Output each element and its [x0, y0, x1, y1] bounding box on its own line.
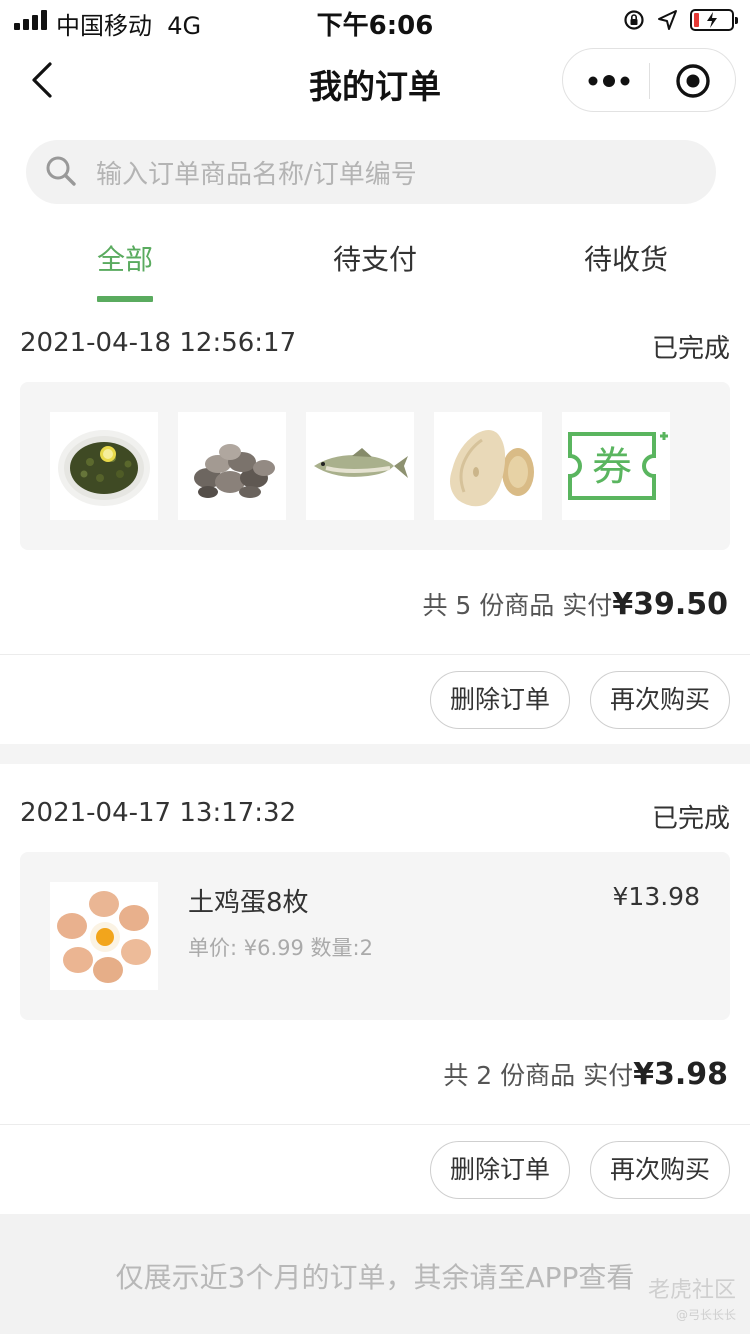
delete-order-button[interactable]: 删除订单: [430, 671, 570, 729]
item-unit-price-quantity: 单价: ¥6.99 数量:2: [188, 936, 373, 960]
tab-pending-delivery[interactable]: 待收货: [584, 238, 668, 278]
miniprogram-capsule: [562, 48, 736, 112]
order-time: 2021-04-18 12:56:17: [20, 328, 297, 358]
order-total-amount: ¥3.98: [633, 1057, 728, 1092]
more-icon[interactable]: [587, 71, 631, 91]
location-icon: [658, 10, 677, 30]
item-name: 土鸡蛋8枚: [188, 888, 309, 918]
order-total: 共 2 份商品 实付¥3.98: [443, 1057, 728, 1092]
footer: 仅展示近3个月的订单，其余请至APP查看 老虎社区 @弓长长长: [0, 1214, 750, 1334]
status-right-icons: [622, 7, 738, 33]
coupon-label: 券: [592, 444, 632, 490]
search-input[interactable]: 输入订单商品名称/订单编号: [26, 140, 716, 204]
battery-icon: [690, 9, 738, 31]
order-tabs: 全部 待支付 待收货: [0, 228, 750, 302]
status-bar: 中国移动 4G 下午6:06: [0, 0, 750, 41]
fish-image: [306, 412, 414, 520]
section-gap: [0, 744, 750, 764]
search-icon: [46, 156, 76, 186]
coupon-image: 券: [562, 412, 670, 520]
search-placeholder: 输入订单商品名称/订单编号: [96, 160, 417, 190]
clams-image: [178, 412, 286, 520]
close-miniprogram-icon[interactable]: [675, 63, 711, 99]
divider: [0, 1124, 750, 1125]
order-card: 2021-04-18 12:56:17 已完成 券 共 5 份商品 实付¥39.…: [0, 302, 750, 744]
eggs-image: [50, 882, 158, 990]
goods-thumbnails[interactable]: 券: [20, 382, 730, 550]
rebuy-button[interactable]: 再次购买: [590, 1141, 730, 1199]
orientation-lock-icon: [624, 10, 644, 30]
capsule-divider: [649, 63, 650, 99]
order-total-amount: ¥39.50: [612, 587, 728, 622]
history-note: 仅展示近3个月的订单，其余请至APP查看: [115, 1261, 635, 1294]
item-price: ¥13.98: [612, 882, 700, 911]
order-time: 2021-04-17 13:17:32: [20, 798, 297, 828]
watermark: 老虎社区 @弓长长长: [647, 1278, 736, 1322]
nav-bar: 我的订单: [0, 40, 750, 124]
order-card: 2021-04-17 13:17:32 已完成 土鸡蛋8枚 单价: ¥6.99 …: [0, 764, 750, 1214]
delete-order-button[interactable]: 删除订单: [430, 1141, 570, 1199]
lotus-root-image: [434, 412, 542, 520]
order-status: 已完成: [651, 334, 730, 364]
tab-all[interactable]: 全部: [97, 238, 153, 278]
order-total: 共 5 份商品 实付¥39.50: [422, 587, 728, 622]
tab-pending-payment[interactable]: 待支付: [333, 238, 417, 278]
order-item[interactable]: 土鸡蛋8枚 单价: ¥6.99 数量:2 ¥13.98: [20, 852, 730, 1020]
divider: [0, 654, 750, 655]
order-status: 已完成: [651, 804, 730, 834]
tea-leaves-image: [50, 412, 158, 520]
rebuy-button[interactable]: 再次购买: [590, 671, 730, 729]
